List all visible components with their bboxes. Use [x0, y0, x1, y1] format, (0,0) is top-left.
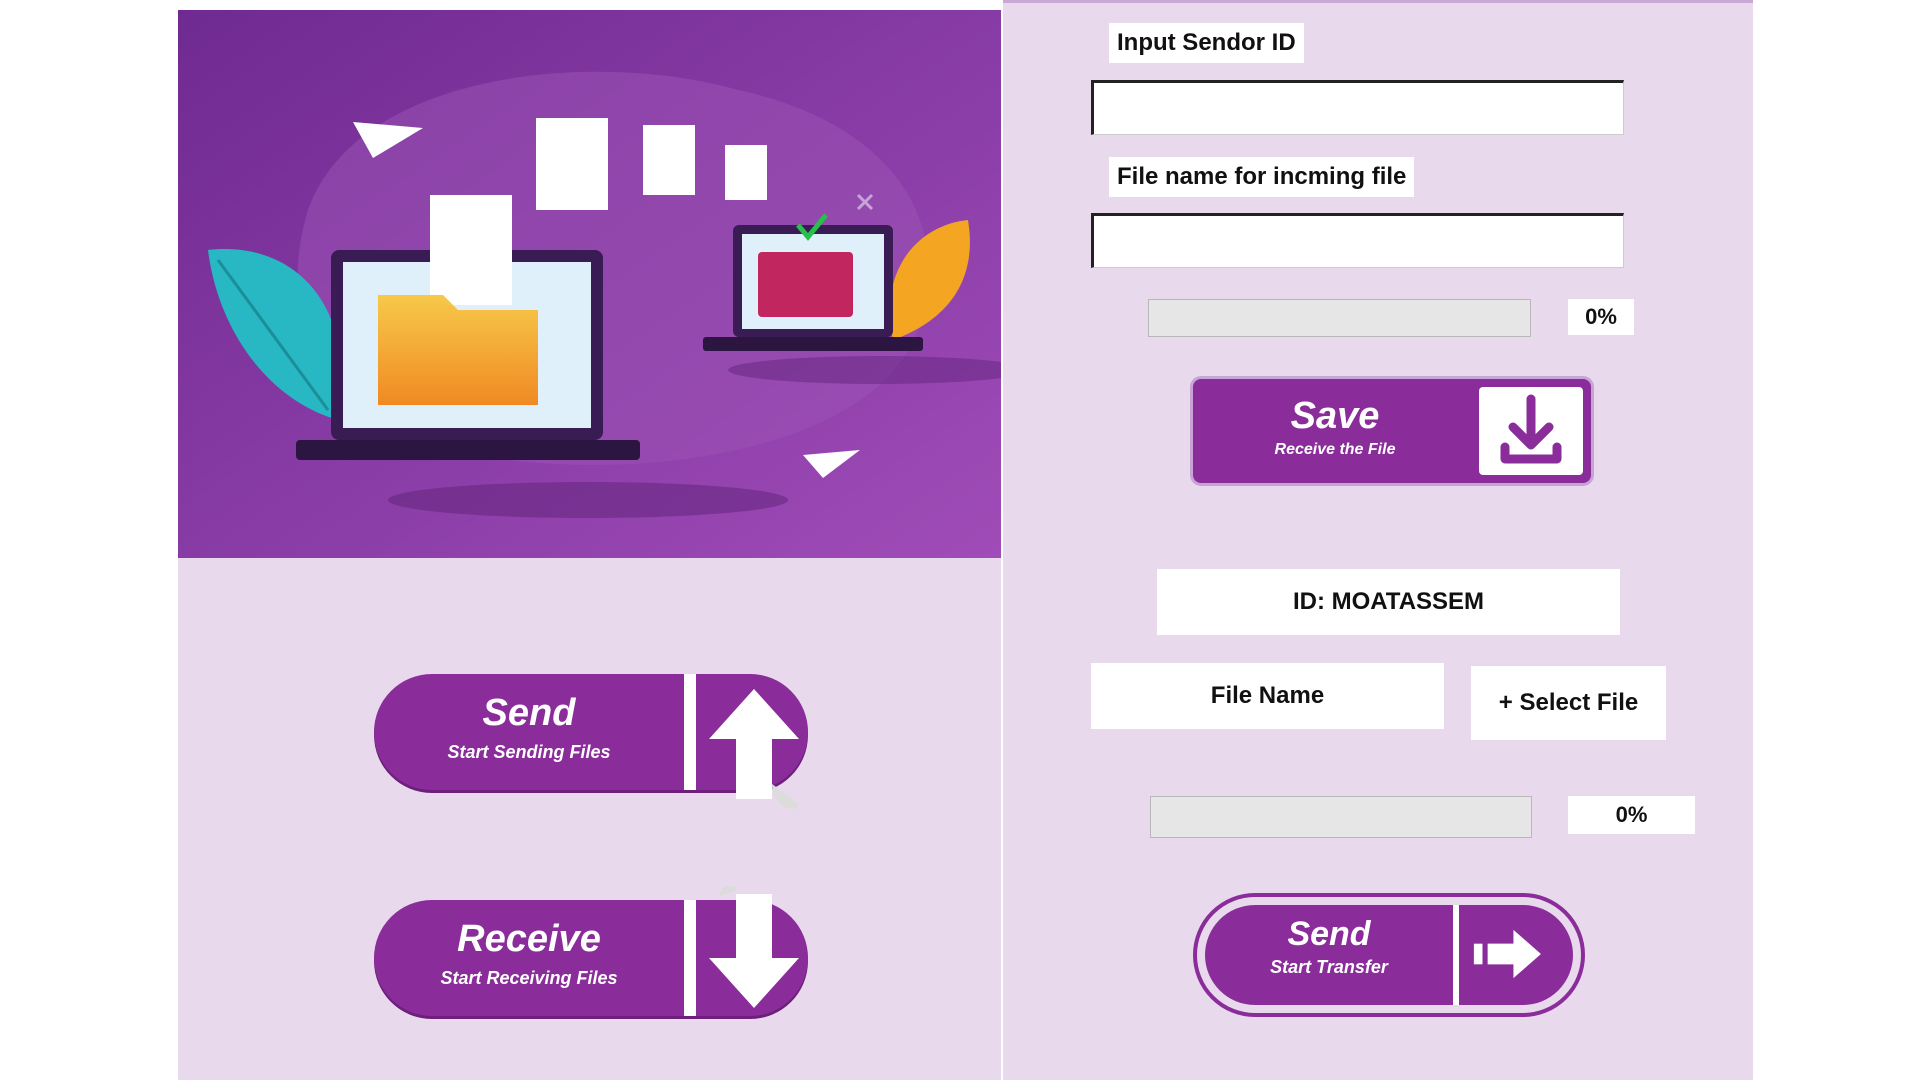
button-divider	[1453, 905, 1459, 1005]
arrow-right-icon	[1473, 929, 1541, 979]
send-transfer-subtitle: Start Transfer	[1270, 957, 1388, 977]
save-button[interactable]: Save Receive the File	[1193, 379, 1591, 483]
download-icon	[1479, 387, 1583, 475]
receive-mode-button[interactable]: Receive Start Receiving Files	[374, 886, 808, 1016]
receive-progress-percent: 0%	[1568, 299, 1634, 335]
save-button-title: Save	[1290, 395, 1380, 437]
receive-mode-title: Receive	[457, 918, 601, 960]
save-button-subtitle: Receive the File	[1274, 441, 1396, 458]
send-transfer-title: Send	[1287, 915, 1371, 953]
sender-id-input[interactable]	[1091, 80, 1624, 135]
send-transfer-button[interactable]: Send Start Transfer	[1193, 893, 1585, 1017]
send-mode-title: Send	[482, 692, 576, 734]
send-progress-percent: 0%	[1568, 796, 1695, 834]
send-mode-subtitle: Start Sending Files	[447, 742, 611, 762]
arrow-down-icon	[709, 886, 799, 1008]
receive-mode-subtitle: Start Receiving Files	[440, 968, 618, 988]
sender-id-label: Input Sendor ID	[1109, 23, 1304, 63]
send-progress-bar	[1150, 796, 1532, 838]
user-id-display: ID: MOATASSEM	[1157, 569, 1620, 635]
file-transfer-illustration	[178, 10, 1001, 558]
receive-progress-bar	[1148, 299, 1531, 337]
incoming-file-name-label: File name for incming file	[1109, 157, 1415, 197]
left-panel: Send Start Sending Files Receive Start R…	[178, 10, 1001, 1080]
button-divider	[684, 674, 696, 790]
incoming-file-name-input[interactable]	[1091, 213, 1624, 268]
arrow-up-icon	[709, 689, 799, 809]
select-file-button[interactable]: + Select File	[1471, 666, 1666, 740]
right-panel: Input Sendor ID File name for incming fi…	[1003, 0, 1753, 1080]
selected-file-name-display: File Name	[1091, 663, 1444, 729]
send-mode-button[interactable]: Send Start Sending Files	[374, 674, 808, 809]
button-divider	[684, 900, 696, 1016]
